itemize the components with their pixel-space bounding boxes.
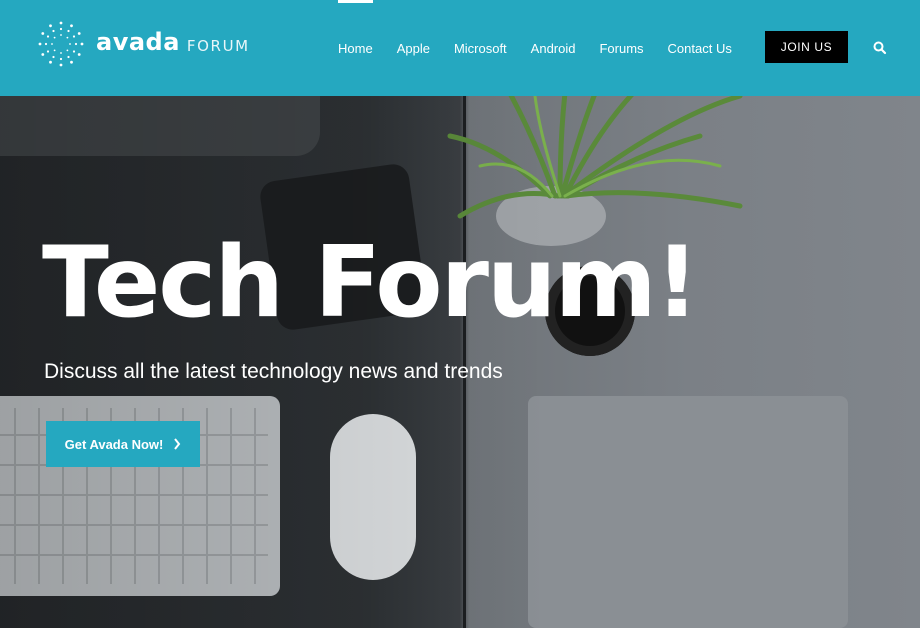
hero-subtitle: Discuss all the latest technology news a… — [44, 360, 503, 383]
nav-item-contact-us[interactable]: Contact Us — [656, 0, 744, 96]
logo-mark-icon — [38, 21, 84, 67]
nav-item-home[interactable]: Home — [326, 0, 385, 96]
get-avada-now-button[interactable]: Get Avada Now! — [46, 421, 200, 467]
logo-subtitle: FORUM — [186, 36, 250, 55]
search-icon[interactable] — [872, 40, 888, 56]
chevron-right-icon — [174, 438, 181, 450]
site-logo[interactable]: avada FORUM — [36, 19, 250, 69]
hero-title: Tech Forum! — [42, 226, 699, 340]
nav-item-apple[interactable]: Apple — [385, 0, 442, 96]
nav-item-forums[interactable]: Forums — [587, 0, 655, 96]
hero-section: Tech Forum! Discuss all the latest techn… — [0, 96, 920, 628]
join-us-button[interactable]: JOIN US — [765, 31, 848, 63]
nav-item-android[interactable]: Android — [519, 0, 588, 96]
nav-item-microsoft[interactable]: Microsoft — [442, 0, 519, 96]
cta-label: Get Avada Now! — [64, 436, 164, 452]
site-header: avada FORUM Home Apple Microsoft Android… — [0, 0, 920, 96]
logo-wordmark: avada — [96, 28, 180, 56]
main-nav: Home Apple Microsoft Android Forums Cont… — [326, 0, 744, 96]
